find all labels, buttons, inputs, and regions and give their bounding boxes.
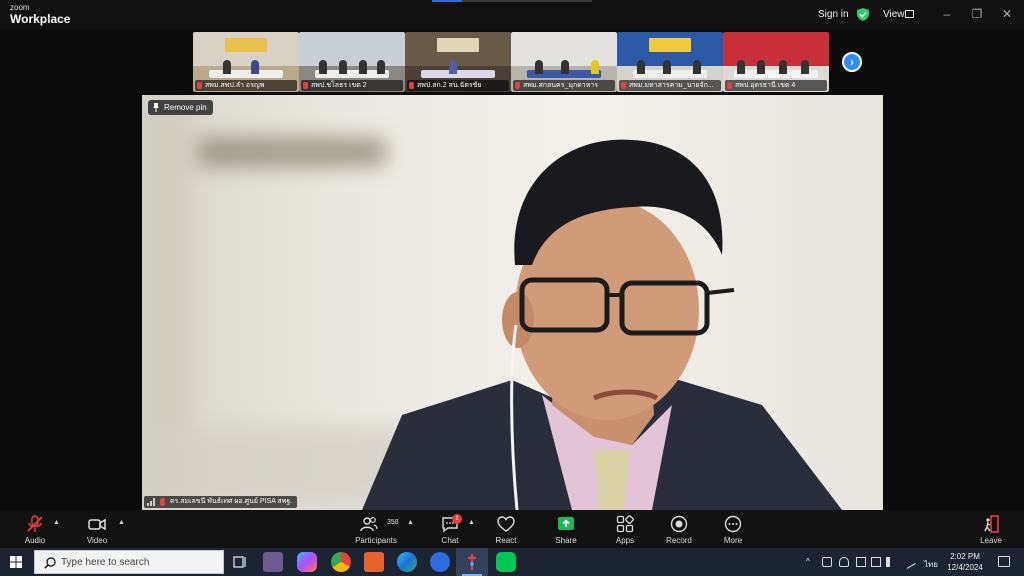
shield-check-icon[interactable] (857, 8, 869, 21)
muted-mic-icon (160, 498, 165, 506)
leave-door-icon (984, 515, 999, 533)
participant-thumbnail[interactable]: สพม.สพป.ลำ อรญพ (193, 32, 299, 92)
leave-label: Leave (980, 536, 1002, 545)
zoom-app-icon[interactable] (430, 552, 450, 572)
audio-options-caret-icon[interactable]: ▲ (53, 519, 60, 526)
zoom-window: zoom Workplace Sign in View – ❐ ✕ สพม.สพ… (0, 0, 1024, 576)
chat-options-caret-icon[interactable]: ▲ (468, 519, 475, 526)
restore-icon[interactable]: ❐ (968, 5, 986, 23)
taskbar-search-box[interactable] (34, 550, 224, 574)
clock-time: 2:02 PM (950, 552, 980, 561)
meeting-controls: Audio ▲ Video ▲ Participants 358 ▲ Chat … (0, 510, 1024, 548)
thumbnail-label: สพป.ชโลธร เขต 2 (301, 80, 403, 91)
react-button[interactable]: React (479, 510, 533, 548)
audio-label: Audio (24, 536, 46, 545)
thumbnail-label: สพป.สก.2 สน.ฉัตรชัย (407, 80, 509, 91)
record-button[interactable]: Record (652, 510, 706, 548)
feed-reader-icon[interactable] (364, 552, 384, 572)
audio-button[interactable]: Audio (8, 510, 62, 548)
speaker-figure (362, 139, 842, 510)
record-label: Record (666, 536, 692, 545)
copilot-icon[interactable] (297, 552, 317, 572)
pinned-app-icon[interactable] (462, 552, 482, 572)
share-button[interactable]: Share (539, 510, 593, 548)
task-view-icon[interactable] (230, 552, 250, 572)
thumbnail-label: สพป.อุดรธานี เขต 4 (725, 80, 827, 91)
taskbar-search-input[interactable] (61, 554, 216, 570)
speaker-name-tag: ดร.สมเลขนี พันธ์เทศ ผอ.ศูนย์ PISA สพฐ. (144, 496, 298, 508)
participants-button[interactable]: Participants (350, 510, 402, 548)
participants-options-caret-icon[interactable]: ▲ (407, 519, 414, 526)
video-camera-icon (88, 518, 106, 531)
video-label: Video (86, 536, 108, 545)
line-app-icon[interactable] (496, 552, 516, 572)
volume-icon[interactable] (886, 557, 896, 567)
speaker-name: ดร.สมเลขนี พันธ์เทศ ผอ.ศูนย์ PISA สพฐ. (170, 498, 293, 505)
remove-pin-button[interactable]: Remove pin (148, 100, 213, 115)
battery-icon[interactable] (856, 557, 866, 567)
video-button[interactable]: Video (70, 510, 124, 548)
microphone-muted-icon (27, 515, 43, 532)
edge-browser-icon[interactable] (397, 552, 417, 572)
main-video[interactable]: Remove pin ดร.สมเลขนี พันธ์เทศ ผอ.ศูนย์ … (142, 95, 883, 510)
tray-overflow-chevron-icon[interactable]: ^ (806, 557, 810, 566)
participants-count: 358 (387, 519, 399, 526)
view-grid-icon[interactable] (905, 10, 914, 18)
chrome-icon[interactable] (331, 552, 351, 572)
thumbnail-label: สพม.สพป.ลำ อรญพ (195, 80, 297, 91)
participant-thumbnail[interactable]: สพม.มหาสารคาม_นายจัก... (617, 32, 723, 92)
record-icon (670, 515, 688, 533)
thumbnail-label: สพม.สกลนคร_มุกดาหาร (513, 80, 615, 91)
photos-app-icon[interactable] (263, 552, 283, 572)
pin-icon (153, 103, 159, 112)
thumbnail-label: สพม.มหาสารคาม_นายจัก... (619, 80, 721, 91)
more-dots-icon (724, 515, 742, 533)
react-label: React (495, 536, 517, 545)
participant-thumbnail[interactable]: สพม.สกลนคร_มุกดาหาร (511, 32, 617, 92)
network-icon[interactable] (871, 557, 881, 567)
windows-taskbar: ^ ไทย 2:02 PM 12/4/2024 (0, 548, 1024, 576)
clock-date: 12/4/2024 (947, 563, 983, 572)
signal-strength-icon (147, 498, 155, 506)
apps-label: Apps (615, 536, 635, 545)
participants-label: Participants (355, 536, 397, 545)
more-label: More (723, 536, 743, 545)
apps-grid-icon (616, 515, 634, 533)
windows-start-icon[interactable] (10, 556, 22, 568)
gallery-strip: สพม.สพป.ลำ อรญพ สพป.ชโลธร เขต 2 สพป.สก.2… (193, 32, 833, 92)
brand-workplace: Workplace (10, 12, 71, 26)
search-icon (44, 557, 56, 569)
leave-button[interactable]: Leave (964, 510, 1018, 548)
title-accent-bar (432, 0, 592, 2)
close-icon[interactable]: ✕ (998, 5, 1016, 23)
sign-in-link[interactable]: Sign in (818, 9, 849, 20)
video-options-caret-icon[interactable]: ▲ (118, 519, 125, 526)
zoom-logo: zoom Workplace (10, 3, 71, 26)
participant-thumbnail[interactable]: สพป.สก.2 สน.ฉัตรชัย (405, 32, 511, 92)
chat-unread-badge: 1 (452, 514, 462, 524)
brand-zoom: zoom (10, 3, 30, 12)
more-button[interactable]: More (706, 510, 760, 548)
remove-pin-label: Remove pin (164, 103, 207, 112)
heart-icon (497, 516, 515, 532)
chat-button[interactable]: Chat (423, 510, 477, 548)
notifications-icon[interactable] (998, 556, 1010, 567)
apps-button[interactable]: Apps (598, 510, 652, 548)
taskbar-clock[interactable]: 2:02 PM 12/4/2024 (942, 551, 988, 573)
view-button[interactable]: View (883, 9, 905, 20)
share-label: Share (555, 536, 577, 545)
chevron-right-icon[interactable]: › (842, 52, 862, 72)
tray-app-icon[interactable] (822, 557, 832, 567)
minimize-icon[interactable]: – (938, 5, 956, 23)
tray-usb-icon[interactable] (839, 557, 849, 567)
title-bar: zoom Workplace Sign in View – ❐ ✕ (0, 0, 1024, 30)
participant-thumbnail[interactable]: สพป.ชโลธร เขต 2 (299, 32, 405, 92)
pen-icon[interactable] (902, 555, 916, 569)
share-screen-icon (558, 517, 574, 530)
participants-icon (360, 517, 378, 532)
input-language[interactable]: ไทย (924, 558, 938, 571)
chat-label: Chat (441, 536, 459, 545)
participant-thumbnail[interactable]: สพป.อุดรธานี เขต 4 (723, 32, 829, 92)
